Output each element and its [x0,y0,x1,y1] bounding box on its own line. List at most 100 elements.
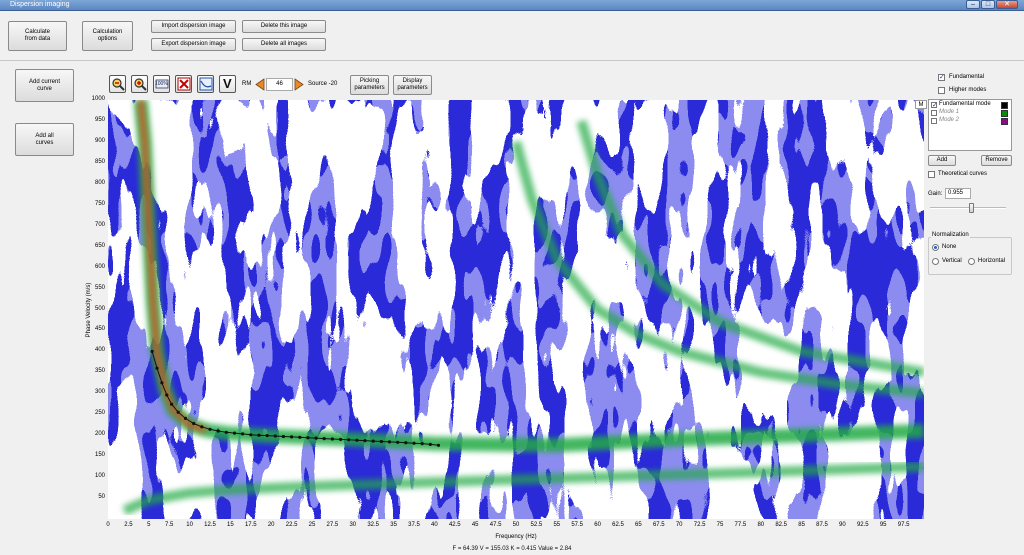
picked-point[interactable] [404,441,408,445]
picked-point[interactable] [160,381,164,385]
y-tick-label: 700 [94,221,105,228]
picked-point[interactable] [183,416,188,420]
normalization-vertical-radio[interactable] [932,258,939,265]
picked-point[interactable] [347,438,351,442]
zoom-out-icon[interactable] [109,75,126,93]
picking-parameters-button[interactable]: Picking parameters [350,75,389,95]
minimize-button[interactable]: – [966,0,980,9]
zoom-in-icon[interactable] [131,75,148,93]
close-button[interactable]: ✕ [996,0,1018,9]
x-tick-label: 2.5 [124,522,133,528]
picked-point[interactable] [436,443,441,447]
x-tick-label: 35 [390,522,397,528]
picked-point[interactable] [265,434,269,438]
gain-field[interactable]: 0.955 [945,188,971,199]
picked-point[interactable] [355,438,359,442]
clear-icon[interactable] [175,75,192,93]
calculation-options-button[interactable]: Calculation options [82,21,133,51]
picked-point[interactable] [150,349,154,353]
x-tick-label: 45 [471,522,479,528]
add-all-curves-button[interactable]: Add all curves [15,123,74,156]
x-axis-label: Frequency (Hz) [495,534,537,540]
delete-all-images-button[interactable]: Delete all images [242,38,326,51]
picked-point[interactable] [396,440,400,444]
picked-point[interactable] [379,439,383,444]
add-current-curve-button[interactable]: Add current curve [15,69,74,102]
maximize-button[interactable]: □ [981,0,995,9]
rm-increase-button[interactable] [294,78,304,91]
picked-point[interactable] [281,434,285,439]
normalization-group [928,237,1012,275]
gain-slider[interactable] [930,203,1006,213]
theoretical-curves-checkbox[interactable] [928,171,935,178]
x-tick-label: 92.5 [856,522,869,528]
mode-color-swatch[interactable] [1001,118,1008,125]
velocity-v-icon[interactable]: V [219,75,236,93]
auto-pick-icon[interactable] [197,75,214,93]
higher-modes-checkbox[interactable] [938,87,945,94]
picked-point[interactable] [257,433,261,437]
calculate-from-data-button[interactable]: Calculate from data [8,21,67,51]
picked-point[interactable] [322,437,326,441]
mode-checkbox[interactable] [931,118,937,124]
rm-value: 46 [276,81,283,87]
picked-point[interactable] [363,439,367,443]
x-tick-label: 17.5 [244,522,257,528]
picked-point[interactable] [176,410,180,414]
normalization-horizontal-radio[interactable] [968,258,975,265]
picked-point[interactable] [232,431,237,435]
picked-point[interactable] [314,436,318,440]
rm-decrease-button[interactable] [255,78,265,91]
mode-row[interactable]: Mode 2 [931,117,1009,126]
delete-image-button[interactable]: Delete this image [242,20,326,33]
normalization-title: Normalization [931,232,970,238]
picked-point[interactable] [192,421,196,426]
picked-point[interactable] [165,393,169,397]
mode-checkbox[interactable] [931,101,938,109]
normalization-none-radio[interactable] [932,244,939,251]
picked-point[interactable] [387,440,392,444]
picked-point[interactable] [170,402,174,406]
picked-point[interactable] [306,436,310,440]
x-tick-label: 7.5 [165,522,174,528]
remove-mode-button[interactable]: Remove [981,155,1012,166]
mode-color-swatch[interactable] [1001,102,1008,109]
x-tick-label: 70 [675,522,683,528]
normalization-horizontal-label: Horizontal [978,258,1006,264]
picked-point[interactable] [428,442,432,446]
dispersion-plot-svg[interactable] [108,100,924,519]
picked-point[interactable] [339,437,343,441]
export-dispersion-image-button[interactable]: Export dispersion image [151,38,236,51]
import-dispersion-image-button[interactable]: Import dispersion image [151,20,236,33]
mode-label: Fundamental mode [939,101,991,107]
picked-point[interactable] [241,432,245,436]
y-tick-label: 300 [94,389,105,396]
zoom-100-icon[interactable]: 100% [153,75,170,93]
picked-point[interactable] [290,435,294,439]
picked-point[interactable] [273,434,277,438]
theoretical-curves-label: Theoretical curves [938,171,988,177]
rm-value-field[interactable]: 46 [266,78,293,91]
picked-point[interactable] [420,442,424,446]
x-tick-label: 95 [879,522,887,528]
fundamental-checkbox[interactable] [938,73,945,81]
picked-point[interactable] [330,437,334,441]
picked-point[interactable] [200,425,204,429]
x-tick-label: 62.5 [612,522,624,528]
picked-point[interactable] [216,429,220,433]
y-tick-label: 450 [94,326,105,333]
mode-checkbox[interactable] [931,110,937,116]
display-parameters-button[interactable]: Display parameters [393,75,432,95]
picked-point[interactable] [155,366,159,370]
picked-point[interactable] [298,435,302,439]
picked-point[interactable] [412,441,416,445]
picked-point[interactable] [249,433,253,437]
dispersion-image[interactable] [108,100,924,519]
mode-color-swatch[interactable] [1001,110,1008,117]
modes-list[interactable]: M Fundamental mode Mode 1 Mode 2 [915,99,1012,151]
add-mode-button[interactable]: Add [928,155,956,166]
gain-slider-thumb[interactable] [969,203,975,213]
picked-point[interactable] [208,427,212,431]
picked-point[interactable] [371,439,375,443]
picked-point[interactable] [224,430,228,434]
